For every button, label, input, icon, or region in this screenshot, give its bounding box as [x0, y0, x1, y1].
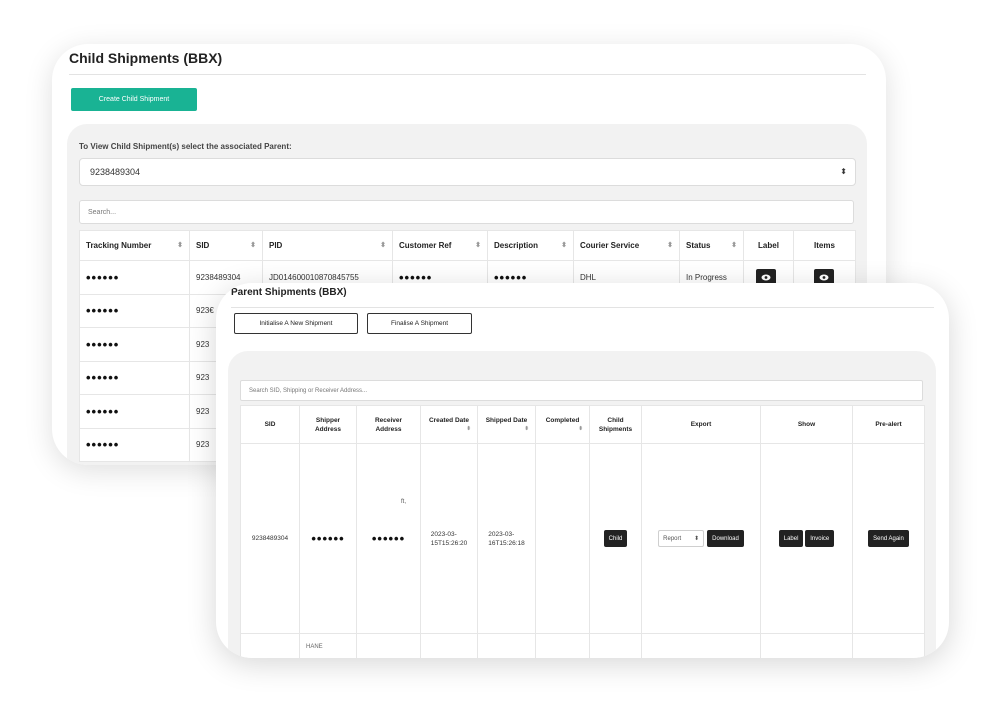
table-row: 9238489304 •••••• ft, •••••• 2023-03- 15T… — [240, 443, 925, 634]
child-button[interactable]: Child — [603, 530, 628, 547]
receiver-note: ft, — [400, 499, 406, 505]
col-courier-service[interactable]: Courier Service ⬍ — [573, 230, 680, 261]
col-show: Show — [760, 405, 853, 444]
parent-select[interactable]: 9238489304 ⬍ — [79, 158, 856, 186]
select-arrows-icon: ⬍ — [840, 167, 847, 176]
sort-icon: ⬍ — [177, 242, 183, 249]
divider — [69, 74, 866, 75]
parent-select-value: 9238489304 — [90, 167, 141, 177]
initialise-shipment-button[interactable]: Initialise A New Shipment — [234, 313, 358, 334]
col-shipper-address: Shipper Address — [299, 405, 357, 444]
create-child-shipment-button[interactable]: Create Child Shipment — [71, 88, 197, 111]
col-prealert: Pre-alert — [852, 405, 925, 444]
col-export: Export — [641, 405, 761, 444]
select-arrows-icon: ⬍ — [694, 536, 700, 542]
col-label: Label — [743, 230, 794, 261]
sort-icon: ⬍ — [250, 242, 256, 249]
parent-select-instruction: To View Child Shipment(s) select the ass… — [79, 142, 292, 151]
col-pid[interactable]: PID ⬍ — [262, 230, 393, 261]
report-select[interactable]: Report ⬍ — [658, 530, 705, 547]
masked-shipper-address: •••••• — [311, 531, 345, 546]
sort-icon: ⬍ — [380, 242, 386, 249]
masked-tracking: •••••• — [86, 269, 120, 285]
parent-search-input[interactable]: Search SID, Shipping or Receiver Address… — [240, 380, 923, 401]
col-sid: SID — [240, 405, 300, 444]
sort-icon: ⬍ — [578, 425, 583, 432]
masked-receiver-address: •••••• — [371, 531, 406, 546]
send-again-button[interactable]: Send Again — [868, 530, 909, 547]
label-button[interactable]: Label — [778, 530, 804, 547]
sort-icon: ⬍ — [561, 242, 567, 249]
sort-icon: ⬍ — [524, 425, 529, 432]
col-tracking-number[interactable]: Tracking Number ⬍ — [79, 230, 190, 261]
col-child-shipments: Child Shipments — [589, 405, 642, 444]
child-shipments-title: Child Shipments (BBX) — [69, 50, 223, 66]
sort-icon: ⬍ — [475, 242, 481, 249]
download-button[interactable]: Download — [707, 530, 744, 547]
parent-shipments-card: Parent Shipments (BBX) Initialise A New … — [216, 283, 949, 658]
finalise-shipment-button[interactable]: Finalise A Shipment — [367, 313, 472, 334]
table-row: HANE — [240, 633, 925, 658]
col-customer-ref[interactable]: Customer Ref ⬍ — [392, 230, 488, 261]
col-description[interactable]: Description ⬍ — [487, 230, 574, 261]
divider — [231, 307, 934, 308]
invoice-button[interactable]: Invoice — [805, 530, 835, 547]
sort-icon: ⬍ — [466, 425, 471, 432]
cell-sid: 9238489304 — [240, 443, 300, 634]
sort-icon: ⬍ — [731, 242, 737, 249]
child-search-input[interactable]: Search... — [79, 200, 854, 224]
parent-shipments-title: Parent Shipments (BBX) — [231, 287, 347, 298]
col-shipped-date[interactable]: Shipped Date ⬍ — [477, 405, 536, 444]
cell-shipped-date: 2023-03- 16T15:26:18 — [488, 530, 525, 547]
col-receiver-address: Receiver Address — [356, 405, 421, 444]
cell-completed — [535, 443, 590, 634]
sort-icon: ⬍ — [667, 242, 673, 249]
col-completed[interactable]: Completed ⬍ — [535, 405, 590, 444]
cell-created-date: 2023-03- 15T15:26:20 — [430, 530, 468, 547]
col-created-date[interactable]: Created Date ⬍ — [420, 405, 478, 444]
parent-shipments-table: SID Shipper Address Receiver Address Creat… — [240, 405, 925, 658]
col-sid[interactable]: SID ⬍ — [189, 230, 263, 261]
partial-shipper-text: HANE — [306, 644, 323, 650]
col-items: Items — [793, 230, 856, 261]
col-status[interactable]: Status ⬍ — [679, 230, 744, 261]
